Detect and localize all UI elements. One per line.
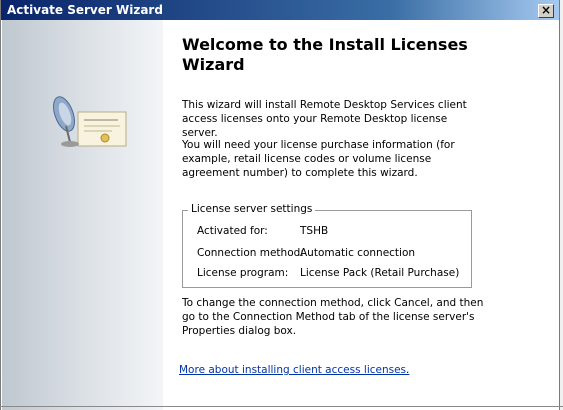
license-program-label: License program: (197, 267, 289, 279)
wizard-window: Activate Server Wizard × Welcome to the … (0, 0, 560, 410)
bottom-divider (0, 406, 563, 407)
title-bar[interactable]: Activate Server Wizard × (1, 0, 559, 20)
window-title: Activate Server Wizard (7, 3, 163, 17)
license-server-settings-group: License server settings Activated for: T… (182, 203, 472, 288)
page-heading: Welcome to the Install Licenses Wizard (182, 35, 468, 74)
close-icon: × (540, 3, 552, 17)
connection-method-value: Automatic connection (300, 247, 416, 259)
license-program-value: License Pack (Retail Purchase) (300, 267, 460, 279)
install-cal-help-link[interactable]: More about installing client access lice… (179, 364, 406, 376)
change-method-text: To change the connection method, click C… (182, 297, 484, 337)
purchase-info-text: You will need your license purchase info… (182, 139, 455, 179)
activated-for-value: TSHB (300, 225, 329, 237)
close-button[interactable]: × (538, 4, 554, 18)
settings-legend: License server settings (188, 203, 316, 215)
connection-method-label: Connection method: (197, 247, 304, 259)
help-link-wrapper: More about installing client access lice… (179, 364, 409, 376)
intro-text: This wizard will install Remote Desktop … (182, 99, 467, 139)
activated-for-label: Activated for: (197, 225, 268, 237)
wizard-side-panel (2, 20, 163, 410)
satellite-dish-certificate-icon (53, 96, 127, 147)
link-period: . (406, 364, 410, 376)
